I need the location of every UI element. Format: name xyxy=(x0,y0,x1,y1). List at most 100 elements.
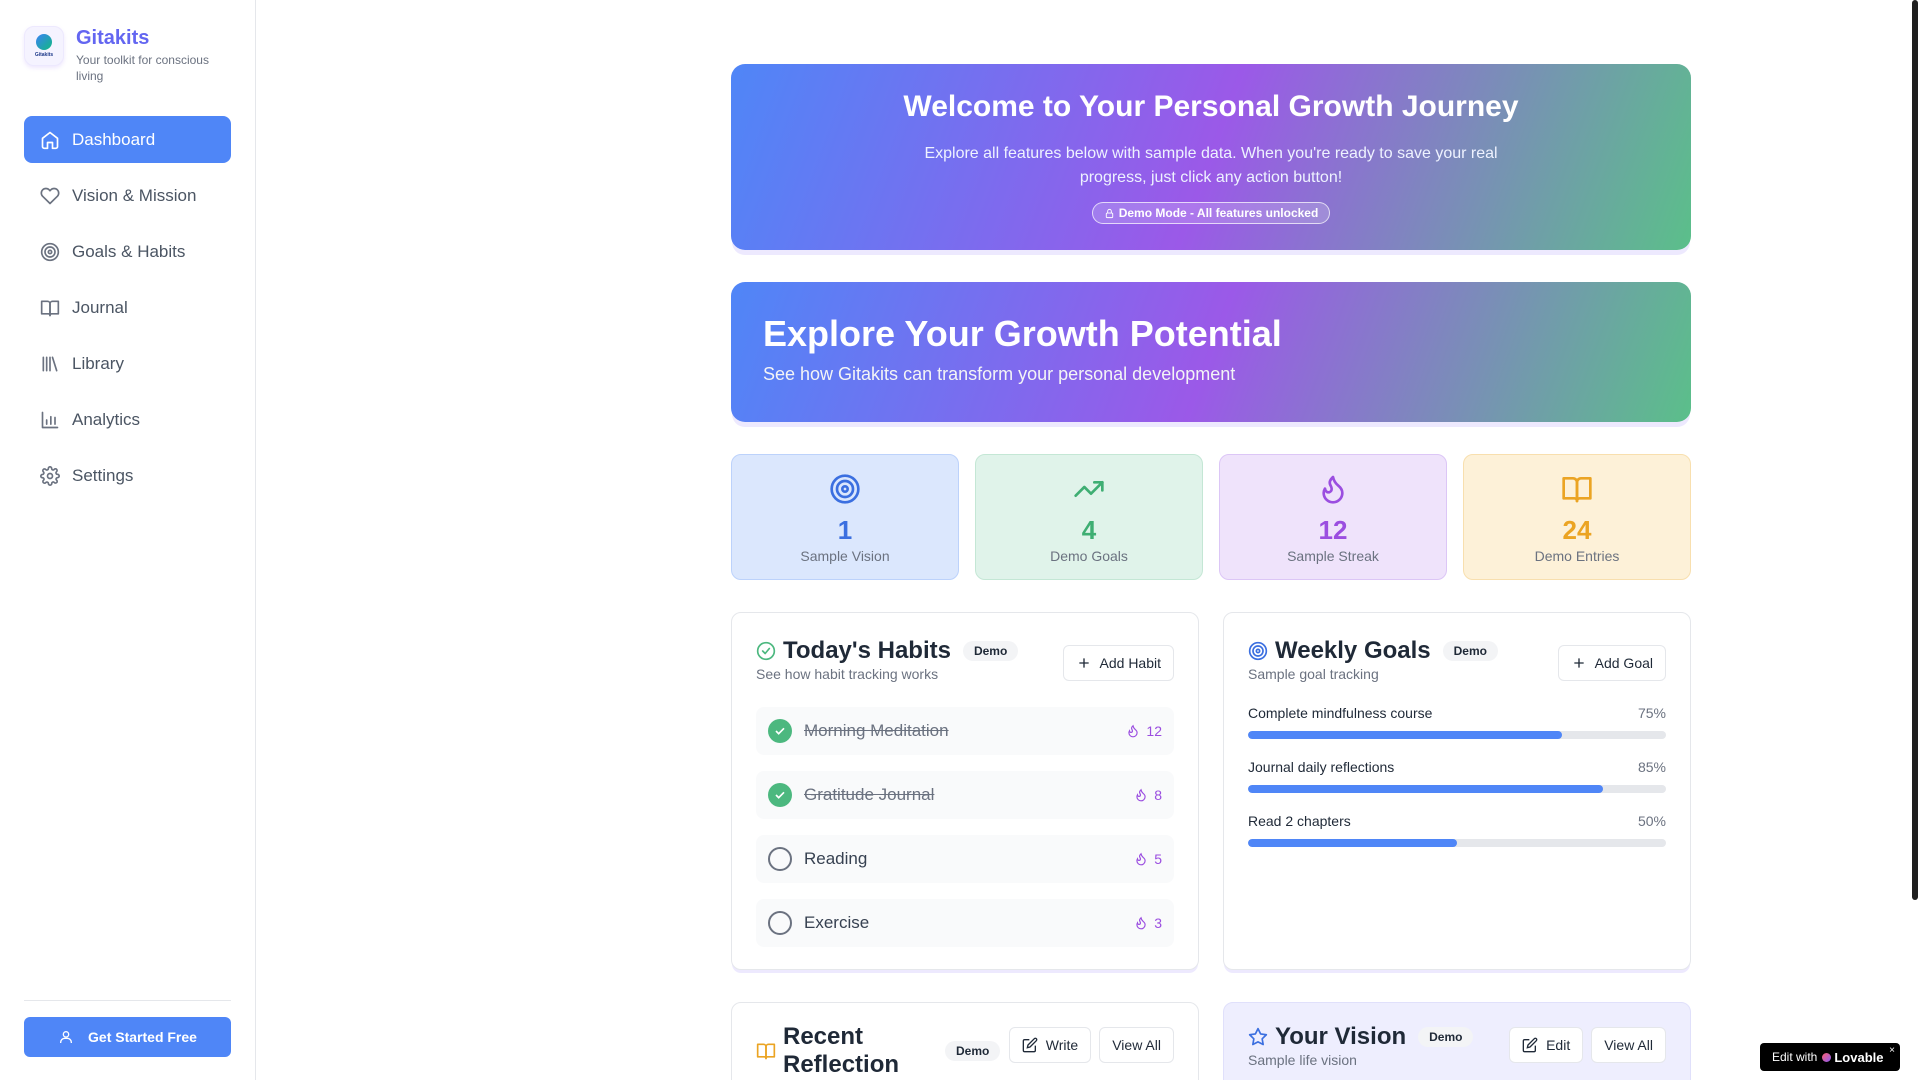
brand-text: Gitakits Your toolkit for conscious livi… xyxy=(76,26,226,84)
brand-logo: Gitakits xyxy=(24,26,64,66)
vision-title: Your Vision xyxy=(1275,1023,1407,1050)
sidebar-nav: Dashboard Vision & Mission Goals & Habit… xyxy=(24,116,231,508)
sidebar-item-library[interactable]: Library xyxy=(24,340,231,387)
sidebar-item-label: Journal xyxy=(72,297,128,317)
sidebar-item-dashboard[interactable]: Dashboard xyxy=(24,116,231,163)
heart-icon xyxy=(40,187,60,204)
habit-list: Morning Meditation 12 Gratitude Journal xyxy=(756,707,1174,947)
sidebar-item-goals-habits[interactable]: Goals & Habits xyxy=(24,228,231,275)
cards-row: Today's Habits Demo See how habit tracki… xyxy=(731,612,1691,970)
flame-icon xyxy=(1136,916,1146,930)
goal-progress-fill xyxy=(1248,839,1457,847)
add-habit-button[interactable]: Add Habit xyxy=(1062,645,1174,681)
stat-card-entries: 24 Demo Entries xyxy=(1463,454,1691,580)
habits-card: Today's Habits Demo See how habit tracki… xyxy=(731,612,1199,970)
sidebar-footer: Get Started Free xyxy=(24,1000,231,1057)
habit-name: Gratitude Journal xyxy=(804,785,935,804)
globe-icon xyxy=(36,34,52,50)
add-goal-label: Add Goal xyxy=(1594,655,1653,671)
write-label: Write xyxy=(1045,1037,1079,1053)
edit-with-lovable-badge[interactable]: Edit with Lovable × xyxy=(1760,1043,1900,1071)
welcome-banner: Welcome to Your Personal Growth Journey … xyxy=(731,64,1691,250)
scrollbar-thumb[interactable] xyxy=(1912,0,1918,900)
goal-item: Complete mindfulness course 75% xyxy=(1248,705,1666,739)
target-icon xyxy=(830,474,860,504)
habit-item[interactable]: Reading 5 xyxy=(756,835,1174,883)
sidebar-item-label: Vision & Mission xyxy=(72,185,197,205)
welcome-text: Explore all features below with sample d… xyxy=(924,145,1498,186)
habit-item[interactable]: Gratitude Journal 8 xyxy=(756,771,1174,819)
stat-card-streak: 12 Sample Streak xyxy=(1219,454,1447,580)
stat-card-goals: 4 Demo Goals xyxy=(975,454,1203,580)
explore-title: Explore Your Growth Potential xyxy=(763,313,1282,354)
demo-mode-label: Demo Mode - All features unlocked xyxy=(1118,206,1319,220)
sidebar-item-vision-mission[interactable]: Vision & Mission xyxy=(24,172,231,219)
stat-label: Sample Streak xyxy=(1287,548,1379,564)
habit-check-done[interactable] xyxy=(768,783,792,807)
stats-row: 1 Sample Vision 4 Demo Goals 12 Sample S… xyxy=(731,454,1691,580)
view-all-vision-button[interactable]: View All xyxy=(1591,1027,1666,1063)
stat-value: 12 xyxy=(1318,515,1348,545)
habit-check-empty[interactable] xyxy=(768,847,792,871)
habit-name: Morning Meditation xyxy=(804,721,949,740)
edit-icon xyxy=(1022,1037,1038,1053)
habit-item[interactable]: Morning Meditation 12 xyxy=(756,707,1174,755)
view-all-label: View All xyxy=(1112,1037,1161,1053)
goals-card: Weekly Goals Demo Sample goal tracking A… xyxy=(1223,612,1691,970)
habits-card-header: Today's Habits Demo See how habit tracki… xyxy=(756,637,1174,683)
main-content: Welcome to Your Personal Growth Journey … xyxy=(731,64,1691,1080)
habit-streak: 12 xyxy=(1126,723,1162,739)
get-started-label: Get Started Free xyxy=(88,1029,197,1045)
sidebar-item-analytics[interactable]: Analytics xyxy=(24,396,231,443)
view-all-reflections-button[interactable]: View All xyxy=(1099,1027,1174,1063)
habit-item[interactable]: Exercise 3 xyxy=(756,899,1174,947)
habit-check-done[interactable] xyxy=(768,719,792,743)
stat-value: 24 xyxy=(1562,515,1592,545)
goal-progress-bar xyxy=(1248,785,1666,793)
stat-label: Sample Vision xyxy=(800,548,890,564)
library-icon xyxy=(42,356,58,371)
sidebar-item-label: Dashboard xyxy=(72,129,156,149)
habit-streak: 8 xyxy=(1134,787,1162,803)
book-icon xyxy=(1562,477,1592,503)
goal-progress-fill xyxy=(1248,731,1562,739)
edit-vision-button[interactable]: Edit xyxy=(1509,1027,1584,1063)
lovable-brand: Lovable xyxy=(1834,1049,1884,1065)
habits-subtitle: See how habit tracking works xyxy=(756,666,939,682)
goals-title: Weekly Goals xyxy=(1275,637,1431,664)
flame-icon xyxy=(1136,788,1146,802)
add-goal-button[interactable]: Add Goal xyxy=(1557,645,1666,681)
goal-progress-fill xyxy=(1248,785,1604,793)
habit-check-empty[interactable] xyxy=(768,911,792,935)
plus-icon xyxy=(1078,658,1089,668)
demo-badge: Demo xyxy=(1442,641,1498,661)
write-button[interactable]: Write xyxy=(1008,1027,1092,1063)
habit-streak-value: 5 xyxy=(1154,851,1162,867)
sidebar-item-label: Library xyxy=(72,353,124,373)
sidebar-item-settings[interactable]: Settings xyxy=(24,452,231,499)
habit-streak: 3 xyxy=(1134,915,1162,931)
goal-name: Read 2 chapters xyxy=(1248,813,1351,829)
home-icon xyxy=(41,131,59,149)
sidebar-item-journal[interactable]: Journal xyxy=(24,284,231,331)
sidebar-item-label: Settings xyxy=(72,465,134,485)
user-icon xyxy=(60,1031,73,1043)
demo-mode-badge: Demo Mode - All features unlocked xyxy=(1091,202,1331,224)
check-icon xyxy=(775,791,785,799)
sidebar-item-label: Goals & Habits xyxy=(72,241,186,261)
gear-icon xyxy=(40,465,60,486)
edit-label: Edit xyxy=(1546,1037,1571,1053)
target-icon xyxy=(1248,641,1268,661)
brand[interactable]: Gitakits Gitakits Your toolkit for consc… xyxy=(24,26,226,84)
edit-icon xyxy=(1522,1037,1538,1053)
close-icon[interactable]: × xyxy=(1889,1045,1895,1056)
habit-name: Reading xyxy=(804,849,868,868)
lovable-prefix: Edit with xyxy=(1772,1050,1818,1064)
bar-chart-icon xyxy=(41,411,59,428)
get-started-button[interactable]: Get Started Free xyxy=(24,1017,231,1057)
flame-icon xyxy=(1322,475,1344,504)
brand-tagline: Your toolkit for conscious living xyxy=(76,53,209,83)
trending-up-icon xyxy=(1074,481,1104,497)
target-icon xyxy=(40,242,60,261)
stat-label: Demo Goals xyxy=(1050,548,1128,564)
